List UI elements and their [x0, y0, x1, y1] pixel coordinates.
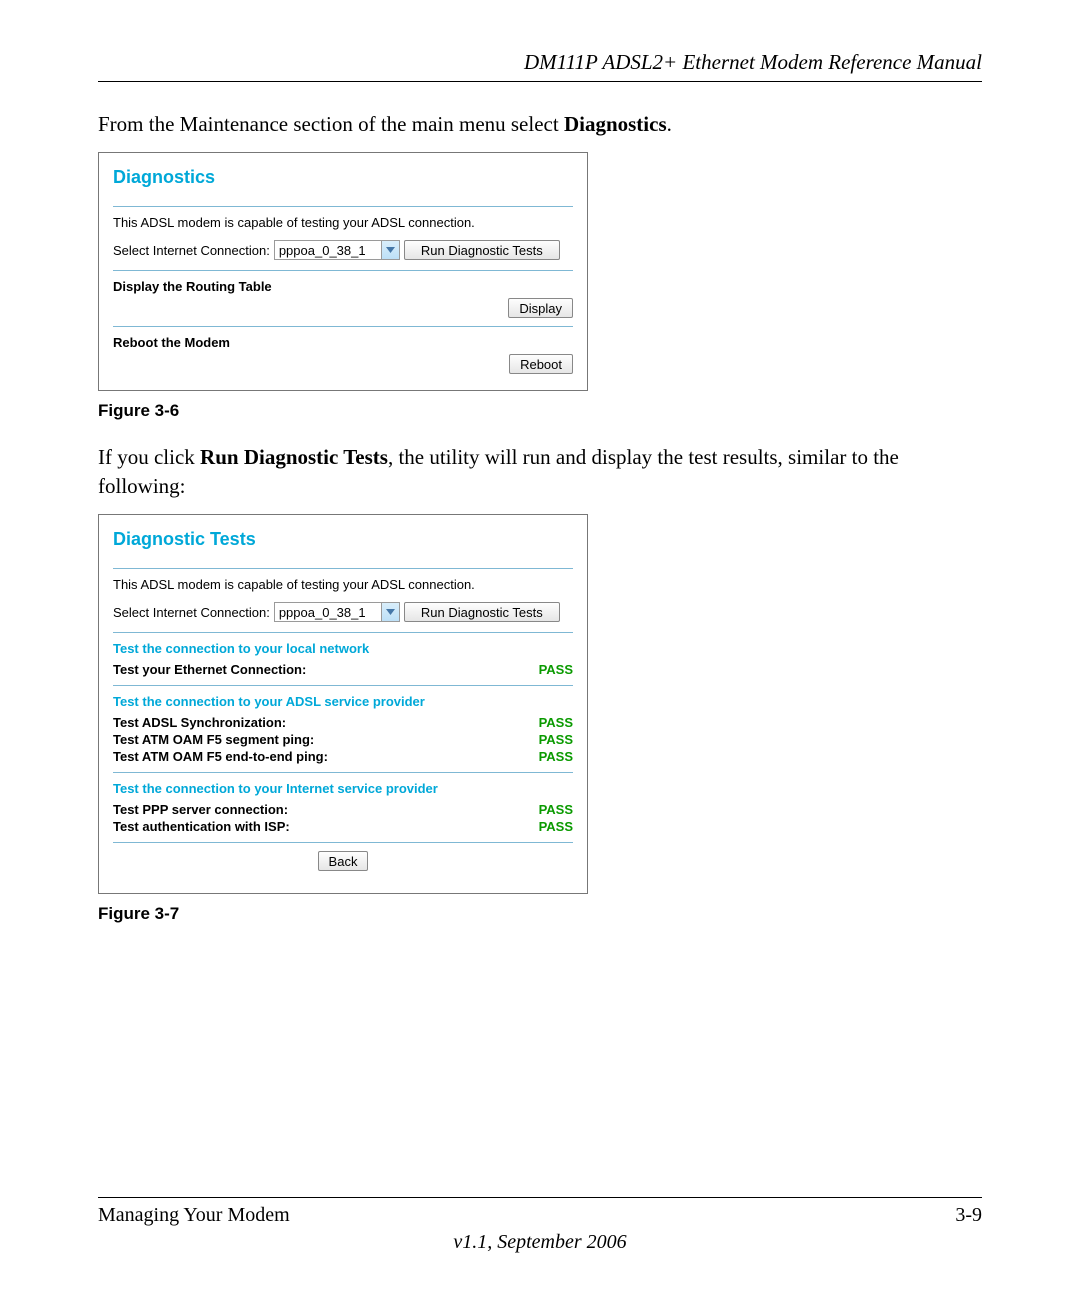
section-adsl-provider: Test the connection to your ADSL service…	[113, 694, 573, 709]
panel1-title: Diagnostics	[113, 167, 573, 188]
page-footer: Managing Your Modem 3-9 v1.1, September …	[98, 1197, 982, 1254]
panel1-desc: This ADSL modem is capable of testing yo…	[113, 215, 573, 230]
chevron-down-icon	[381, 241, 399, 259]
diagnostics-panel: Diagnostics This ADSL modem is capable o…	[98, 152, 588, 391]
ethernet-test-label: Test your Ethernet Connection:	[113, 662, 306, 677]
footer-version: v1.1, September 2006	[98, 1231, 982, 1254]
atm-seg-result: PASS	[539, 732, 573, 747]
footer-section: Managing Your Modem	[98, 1204, 290, 1227]
mid-p1a: If you click	[98, 445, 200, 469]
mid-p1b: Run Diagnostic Tests	[200, 445, 388, 469]
intro-prefix: From the Maintenance section of the main…	[98, 112, 564, 136]
connection-select[interactable]: pppoa_0_38_1	[274, 240, 400, 260]
reboot-button[interactable]: Reboot	[509, 354, 573, 374]
footer-page-number: 3-9	[955, 1204, 982, 1227]
connection-select-value: pppoa_0_38_1	[279, 243, 366, 258]
atm-e2e-label: Test ATM OAM F5 end-to-end ping:	[113, 749, 328, 764]
auth-label: Test authentication with ISP:	[113, 819, 290, 834]
intro-paragraph: From the Maintenance section of the main…	[98, 110, 982, 138]
select-connection-row: Select Internet Connection: pppoa_0_38_1…	[113, 240, 573, 260]
atm-seg-row: Test ATM OAM F5 segment ping: PASS	[113, 732, 573, 747]
figure-3-6-caption: Figure 3-6	[98, 401, 982, 421]
run-diagnostic-button-2[interactable]: Run Diagnostic Tests	[404, 602, 560, 622]
section-isp: Test the connection to your Internet ser…	[113, 781, 573, 796]
auth-result: PASS	[539, 819, 573, 834]
reboot-modem-label: Reboot the Modem	[113, 335, 573, 350]
atm-e2e-row: Test ATM OAM F5 end-to-end ping: PASS	[113, 749, 573, 764]
auth-row: Test authentication with ISP: PASS	[113, 819, 573, 834]
divider	[113, 842, 573, 843]
divider	[113, 685, 573, 686]
ppp-result: PASS	[539, 802, 573, 817]
select-connection-label-2: Select Internet Connection:	[113, 605, 270, 620]
intro-suffix: .	[667, 112, 672, 136]
panel2-desc: This ADSL modem is capable of testing yo…	[113, 577, 573, 592]
mid-paragraph: If you click Run Diagnostic Tests, the u…	[98, 443, 982, 500]
doc-title: DM111P ADSL2+ Ethernet Modem Reference M…	[524, 50, 982, 74]
adsl-sync-result: PASS	[539, 715, 573, 730]
atm-e2e-result: PASS	[539, 749, 573, 764]
select-connection-row-2: Select Internet Connection: pppoa_0_38_1…	[113, 602, 573, 622]
select-connection-label: Select Internet Connection:	[113, 243, 270, 258]
divider	[113, 270, 573, 271]
figure-3-7-caption: Figure 3-7	[98, 904, 982, 924]
ethernet-test-row: Test your Ethernet Connection: PASS	[113, 662, 573, 677]
divider	[113, 772, 573, 773]
atm-seg-label: Test ATM OAM F5 segment ping:	[113, 732, 314, 747]
divider	[113, 206, 573, 207]
connection-select-2[interactable]: pppoa_0_38_1	[274, 602, 400, 622]
routing-table-label: Display the Routing Table	[113, 279, 573, 294]
divider	[113, 568, 573, 569]
adsl-sync-label: Test ADSL Synchronization:	[113, 715, 286, 730]
section-local-network: Test the connection to your local networ…	[113, 641, 573, 656]
run-diagnostic-button[interactable]: Run Diagnostic Tests	[404, 240, 560, 260]
connection-select-2-value: pppoa_0_38_1	[279, 605, 366, 620]
divider	[113, 632, 573, 633]
intro-bold: Diagnostics	[564, 112, 667, 136]
panel2-title: Diagnostic Tests	[113, 529, 573, 550]
page-header: DM111P ADSL2+ Ethernet Modem Reference M…	[98, 50, 982, 82]
ethernet-test-result: PASS	[539, 662, 573, 677]
ppp-label: Test PPP server connection:	[113, 802, 288, 817]
chevron-down-icon	[381, 603, 399, 621]
ppp-row: Test PPP server connection: PASS	[113, 802, 573, 817]
display-button[interactable]: Display	[508, 298, 573, 318]
diagnostic-tests-panel: Diagnostic Tests This ADSL modem is capa…	[98, 514, 588, 894]
back-button[interactable]: Back	[318, 851, 369, 871]
adsl-sync-row: Test ADSL Synchronization: PASS	[113, 715, 573, 730]
divider	[113, 326, 573, 327]
